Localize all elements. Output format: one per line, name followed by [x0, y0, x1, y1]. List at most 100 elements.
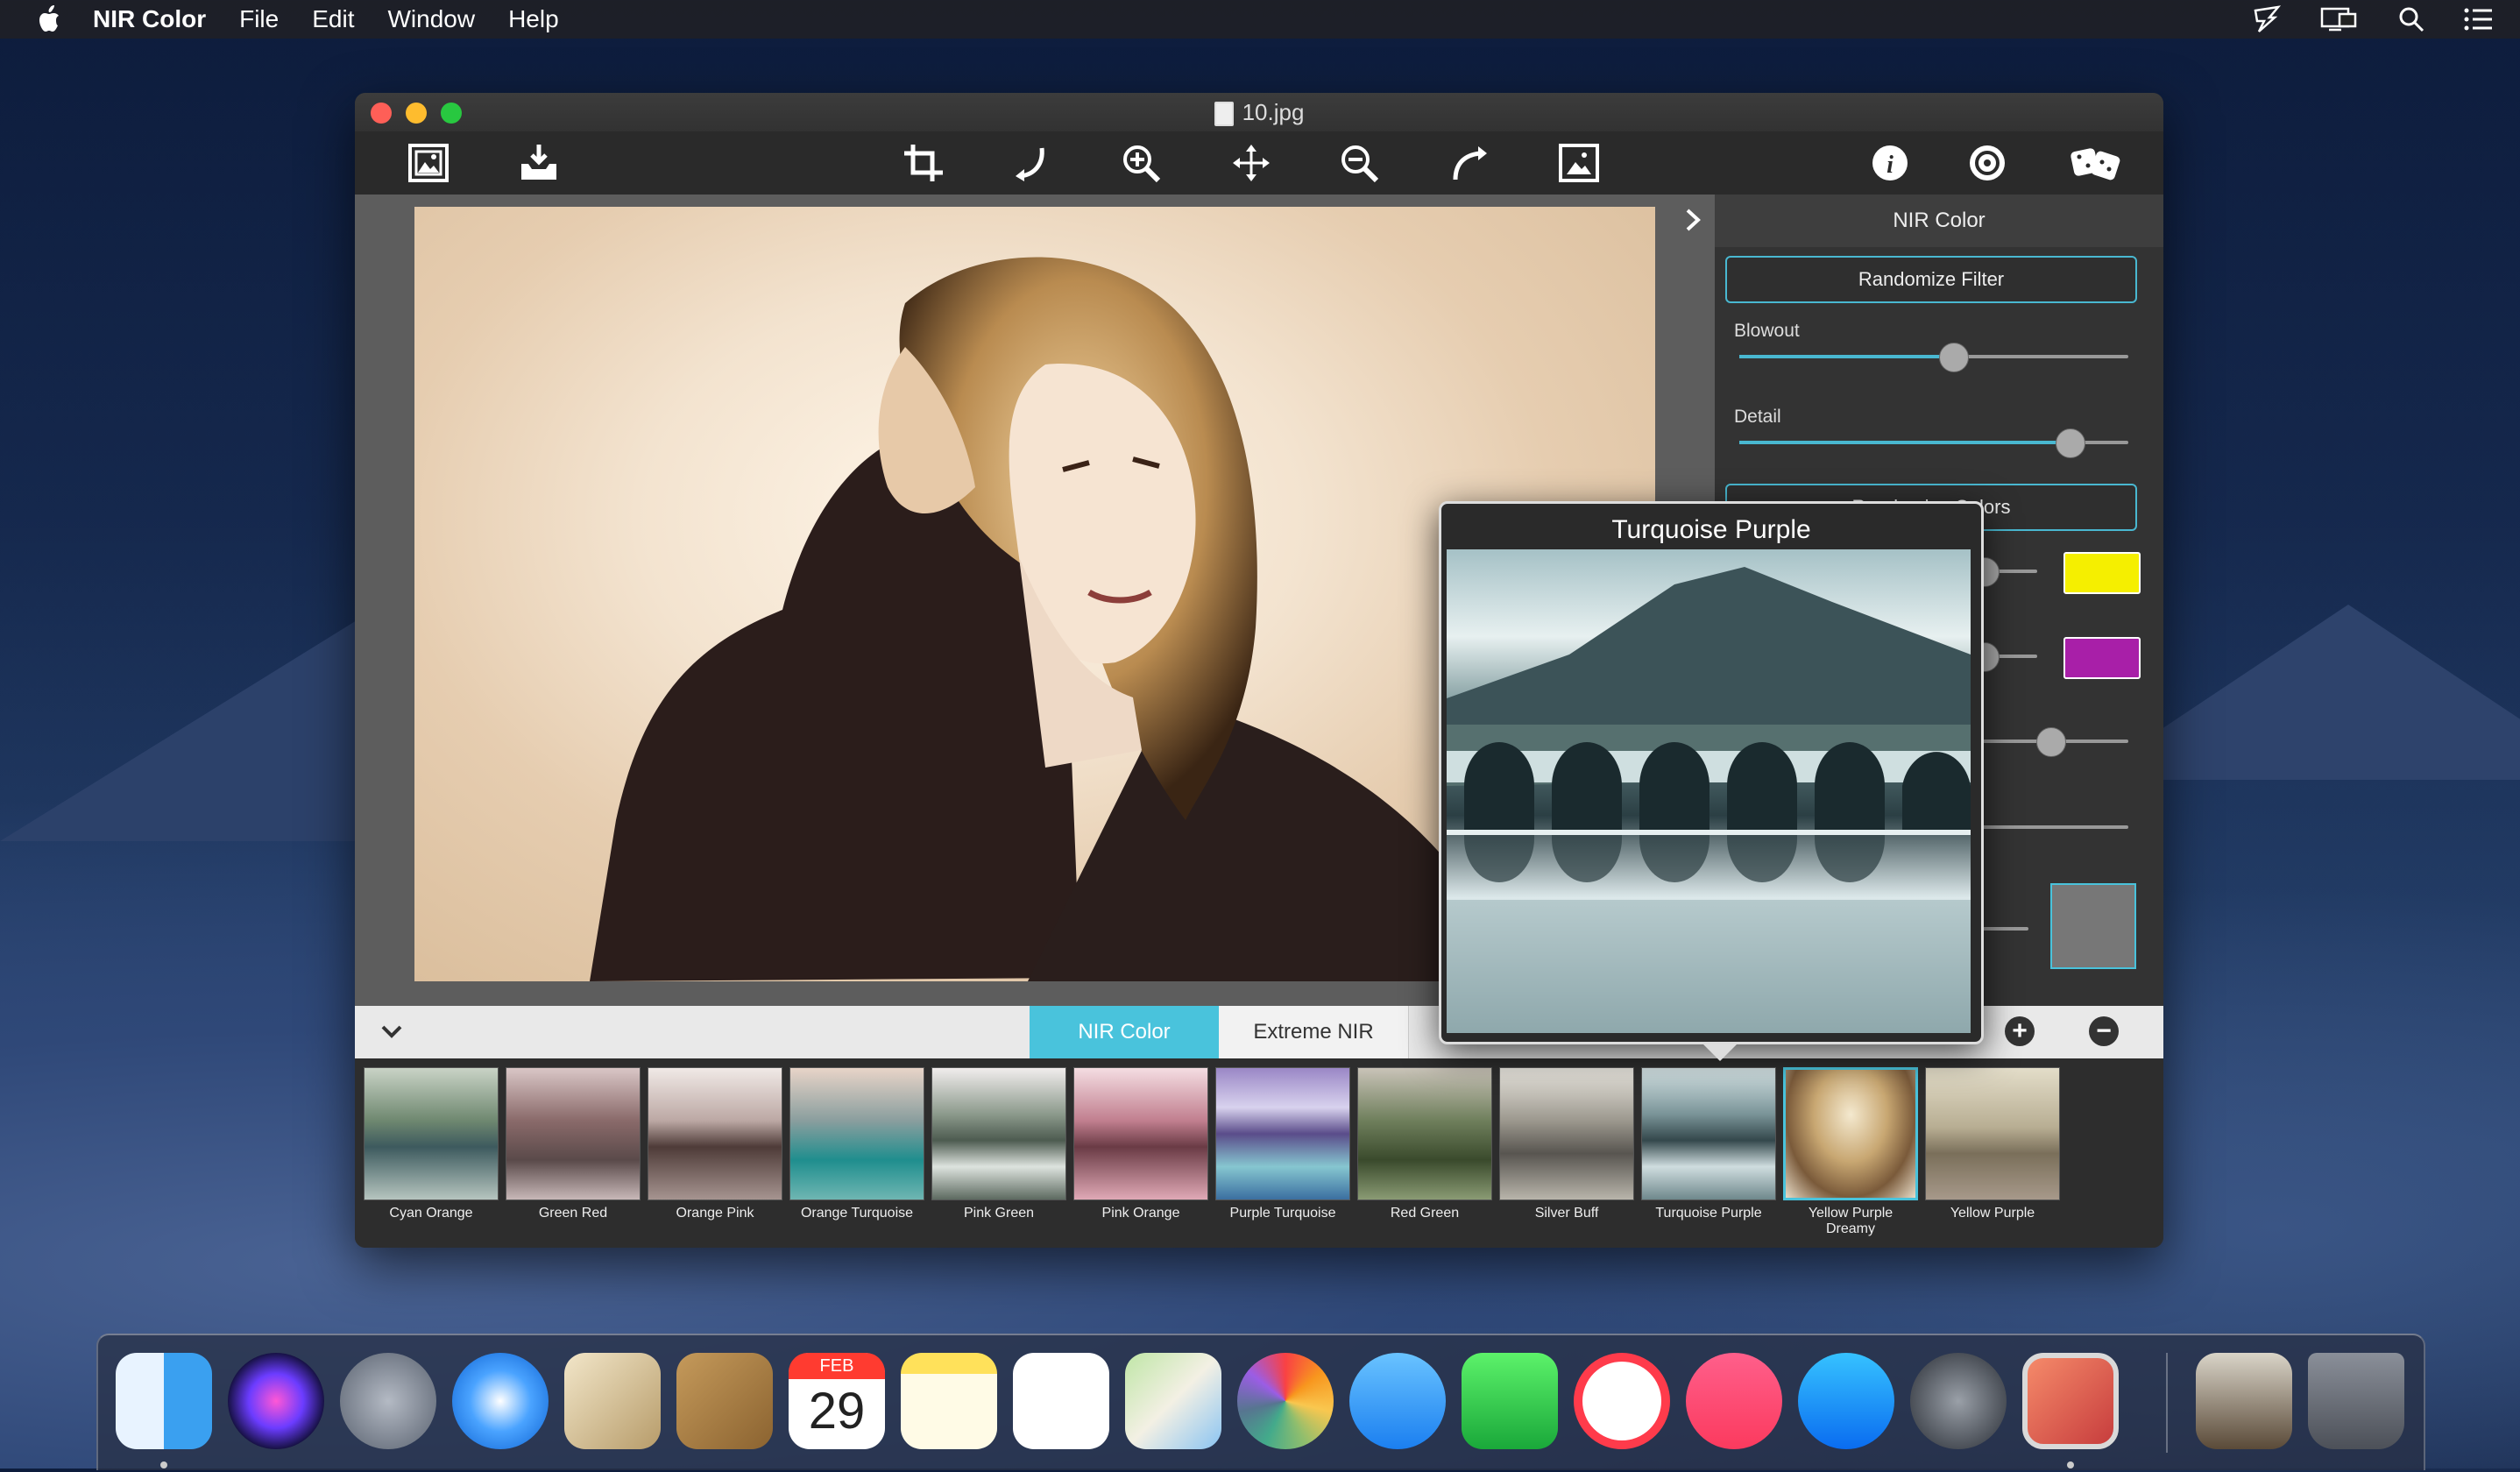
popup-preview-image	[1447, 549, 1971, 1033]
siri-icon[interactable]	[228, 1353, 324, 1449]
news-icon[interactable]	[1574, 1353, 1670, 1449]
preset-label: Red Green	[1390, 1206, 1460, 1221]
rotate-right-icon	[1453, 146, 1487, 180]
preset-red-green[interactable]: Red Green	[1357, 1067, 1492, 1242]
preset-yellow-purple[interactable]: Yellow Purple	[1925, 1067, 2060, 1242]
menu-edit[interactable]: Edit	[312, 5, 354, 33]
move-button[interactable]	[1228, 142, 1274, 184]
messages-icon[interactable]	[1349, 1353, 1446, 1449]
preset-orange-pink[interactable]: Orange Pink	[648, 1067, 782, 1242]
tab-nir-color[interactable]: NIR Color	[1030, 1006, 1219, 1058]
color1-swatch[interactable]	[2063, 552, 2141, 594]
texture-swatch[interactable]	[2050, 883, 2136, 969]
color2-swatch[interactable]	[2063, 637, 2141, 679]
settings-icon	[1970, 145, 2005, 180]
zoom-in-button[interactable]	[1119, 142, 1164, 184]
info-button[interactable]: i	[1867, 142, 1913, 184]
preset-thumbnail	[1499, 1067, 1634, 1200]
blowout-slider[interactable]	[1739, 343, 2128, 372]
zoom-out-icon	[1341, 145, 1379, 183]
spotlight-icon[interactable]	[2396, 5, 2427, 33]
crop-button[interactable]	[901, 142, 946, 184]
preset-label: Orange Turquoise	[800, 1206, 914, 1221]
zoom-window-button[interactable]	[441, 103, 462, 124]
preset-thumbnail	[931, 1067, 1066, 1200]
document-icon	[1214, 102, 1234, 127]
display-icon[interactable]	[2318, 5, 2361, 33]
cast-icon[interactable]	[2252, 5, 2283, 33]
music-icon[interactable]	[1686, 1353, 1782, 1449]
photos-icon[interactable]	[1237, 1353, 1334, 1449]
info-icon: i	[1872, 145, 1908, 180]
preset-green-red[interactable]: Green Red	[506, 1067, 641, 1242]
preset-thumbnail	[1215, 1067, 1350, 1200]
save-export-button[interactable]	[516, 142, 562, 184]
preset-yellow-purple-dreamy[interactable]: Yellow Purple Dreamy	[1783, 1067, 1918, 1242]
open-image-button[interactable]	[406, 142, 451, 184]
open-image-icon	[408, 144, 449, 182]
randomize-dice-icon	[2071, 148, 2120, 180]
downloads-stack-icon[interactable]	[2196, 1353, 2292, 1449]
system-preferences-icon[interactable]	[1910, 1353, 2007, 1449]
preset-silver-buff[interactable]: Silver Buff	[1499, 1067, 1634, 1242]
add-preset-button[interactable]: +	[2005, 1016, 2035, 1046]
menu-app-name[interactable]: NIR Color	[93, 5, 206, 33]
crop-icon	[904, 145, 943, 181]
facetime-icon[interactable]	[1462, 1353, 1558, 1449]
preset-pink-orange[interactable]: Pink Orange	[1073, 1067, 1208, 1242]
maps-icon[interactable]	[1125, 1353, 1221, 1449]
zoom-out-button[interactable]	[1337, 142, 1383, 184]
apple-menu-icon[interactable]	[35, 4, 61, 34]
notes-icon[interactable]	[901, 1353, 997, 1449]
preset-thumbnail	[1925, 1067, 2060, 1200]
rotate-left-button[interactable]	[1010, 142, 1056, 184]
preset-thumbnail	[364, 1067, 499, 1200]
preset-thumbnail	[1357, 1067, 1492, 1200]
detail-slider[interactable]	[1739, 428, 2128, 458]
preset-pink-green[interactable]: Pink Green	[931, 1067, 1066, 1242]
preset-turquoise-purple[interactable]: Turquoise Purple	[1641, 1067, 1776, 1242]
minimize-window-button[interactable]	[406, 103, 427, 124]
reminders-icon[interactable]	[1013, 1353, 1109, 1449]
preset-cyan-orange[interactable]: Cyan Orange	[364, 1067, 499, 1242]
contacts-icon[interactable]	[676, 1353, 773, 1449]
preset-label: Pink Green	[963, 1206, 1035, 1221]
close-window-button[interactable]	[371, 103, 392, 124]
preset-thumbnail	[1641, 1067, 1776, 1200]
rotate-right-button[interactable]	[1447, 142, 1492, 184]
dock-separator	[2166, 1353, 2168, 1453]
preset-purple-turquoise[interactable]: Purple Turquoise	[1215, 1067, 1350, 1242]
menu-window[interactable]: Window	[387, 5, 475, 33]
preset-label: Pink Orange	[1101, 1206, 1180, 1221]
menu-file[interactable]: File	[239, 5, 279, 33]
tab-extreme-nir[interactable]: Extreme NIR	[1219, 1006, 1409, 1058]
randomize-filter-button[interactable]: Randomize Filter	[1725, 256, 2137, 303]
popup-title: Turquoise Purple	[1611, 515, 1811, 544]
nir-color-dock-icon[interactable]	[2022, 1353, 2119, 1449]
control-center-icon[interactable]	[2462, 5, 2494, 33]
mail-icon[interactable]	[564, 1353, 661, 1449]
settings-button[interactable]	[1964, 142, 2010, 184]
detail-label: Detail	[1734, 407, 1781, 427]
fit-image-icon	[1559, 144, 1599, 182]
chevron-right-icon[interactable]	[1682, 207, 1703, 233]
preset-orange-turquoise[interactable]: Orange Turquoise	[789, 1067, 924, 1242]
preset-thumbnail	[1073, 1067, 1208, 1200]
finder-icon[interactable]	[116, 1353, 212, 1449]
preset-label: Turquoise Purple	[1655, 1206, 1762, 1221]
app-store-icon[interactable]	[1798, 1353, 1894, 1449]
launchpad-icon[interactable]	[340, 1353, 436, 1449]
fit-image-button[interactable]	[1556, 142, 1602, 184]
preset-thumbnail	[789, 1067, 924, 1200]
preset-thumbnail	[506, 1067, 641, 1200]
safari-icon[interactable]	[452, 1353, 549, 1449]
trash-icon[interactable]	[2308, 1353, 2404, 1449]
zoom-in-icon	[1123, 145, 1161, 183]
calendar-icon[interactable]: FEB 29	[789, 1353, 885, 1449]
chevron-down-icon[interactable]	[379, 1022, 404, 1043]
title-bar: 10.jpg	[355, 93, 2163, 131]
randomize-dice-button[interactable]	[2068, 142, 2126, 184]
remove-preset-button[interactable]: −	[2089, 1016, 2119, 1046]
preset-label: Yellow Purple	[1950, 1206, 2035, 1221]
menu-help[interactable]: Help	[508, 5, 559, 33]
